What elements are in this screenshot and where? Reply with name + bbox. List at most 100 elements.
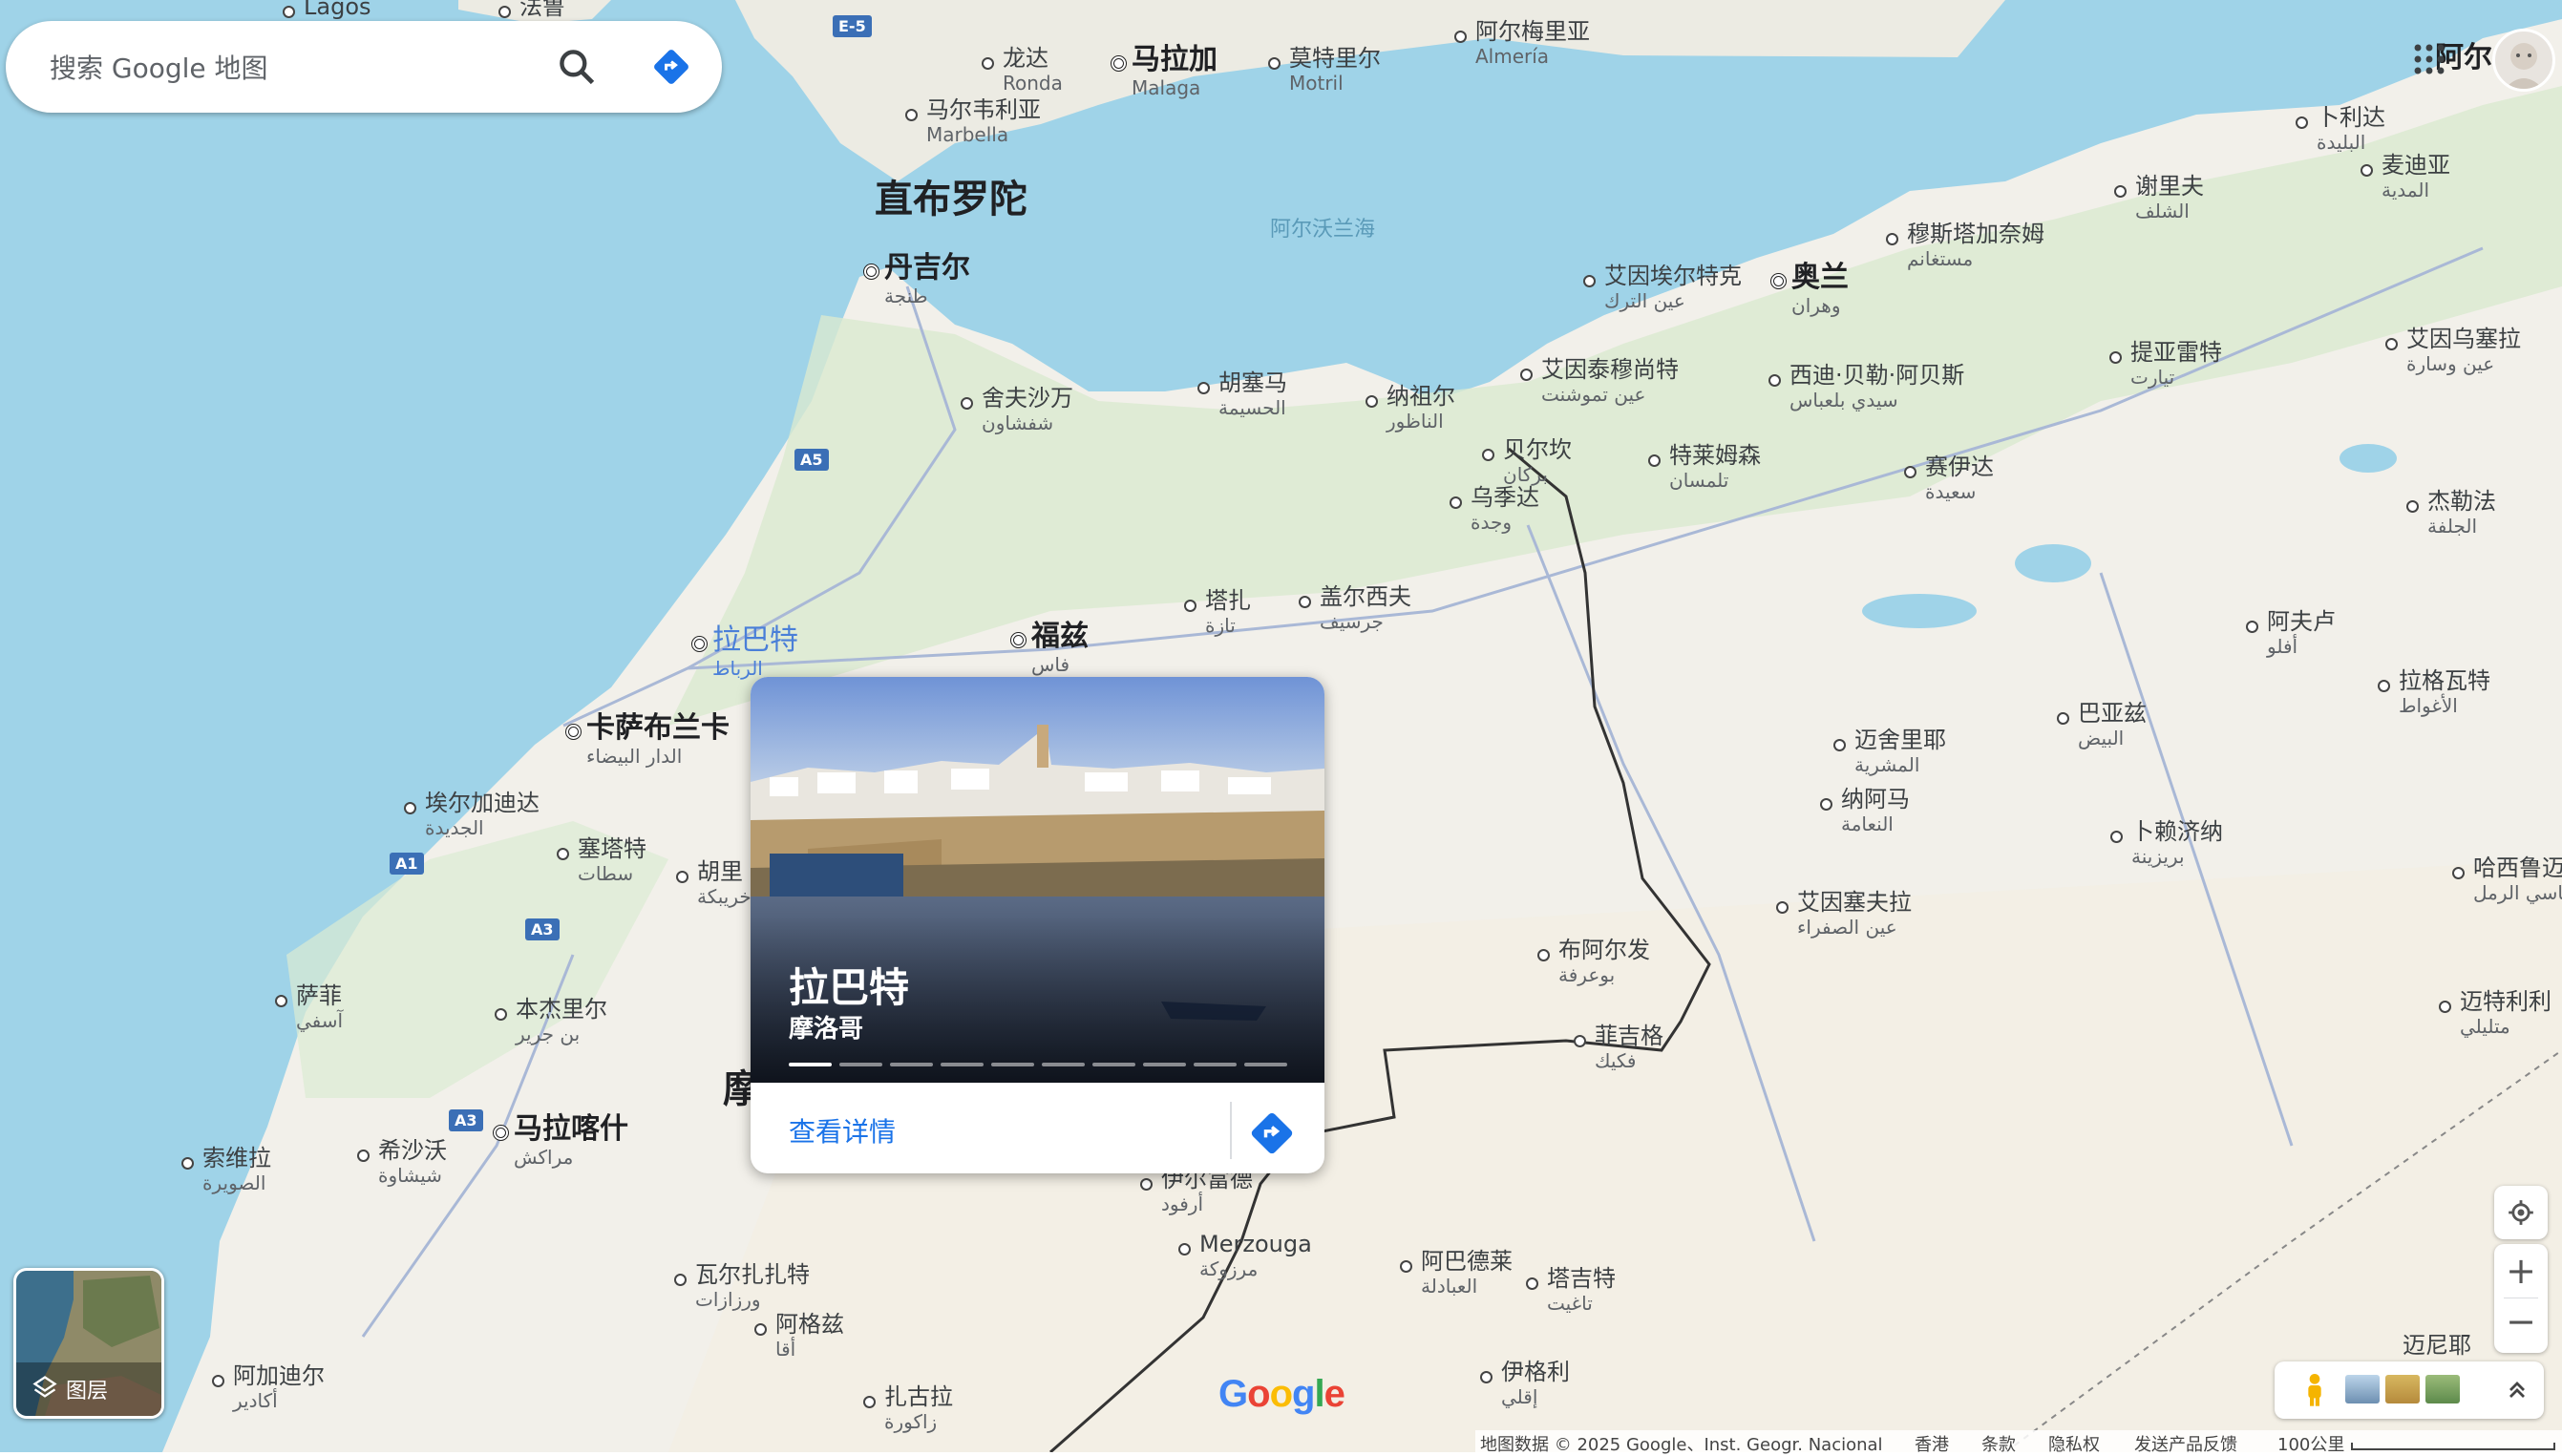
photo-dot[interactable] <box>1092 1063 1135 1066</box>
city-marker[interactable] <box>863 264 879 280</box>
city-marker[interactable] <box>1537 949 1550 961</box>
map-label-laghouat[interactable]: 拉格瓦特 الأغواط <box>2399 667 2490 717</box>
photo-dot[interactable] <box>1042 1063 1085 1066</box>
map-label-alhoceima[interactable]: 胡塞马 الحسيمة <box>1218 369 1287 419</box>
map-label-nador[interactable]: 纳祖尔 الناظور <box>1387 383 1455 433</box>
city-marker[interactable] <box>1010 632 1027 648</box>
city-marker[interactable] <box>1886 233 1898 245</box>
map-label-motril[interactable]: 莫特里尔 Motril <box>1289 45 1381 95</box>
city-marker[interactable] <box>565 724 582 740</box>
city-marker[interactable] <box>1197 382 1210 394</box>
map-label-alboran[interactable]: 阿尔沃兰海 <box>1270 218 1375 242</box>
map-label-tiaret[interactable]: 提亚雷特 تيارت <box>2130 339 2222 389</box>
photo-dot[interactable] <box>941 1063 984 1066</box>
city-marker[interactable] <box>1178 1243 1191 1256</box>
city-marker[interactable] <box>1904 466 1916 478</box>
directions-icon[interactable] <box>650 46 692 88</box>
search-input[interactable]: 搜索 Google 地图 <box>50 48 268 86</box>
map-label-berkane[interactable]: 贝尔坎 بركان <box>1503 436 1572 486</box>
map-label-djelfa[interactable]: 杰勒法 الجلفة <box>2427 488 2496 538</box>
city-marker[interactable] <box>2246 621 2258 633</box>
map-label-tipaza[interactable]: 卜利达 البليدة <box>2317 104 2385 154</box>
map-label-casablanca[interactable]: 卡萨布兰卡 الدار البيضاء <box>586 711 730 768</box>
map-data-attribution[interactable]: 地图数据 © 2025 Google、Inst. Geogr. Nacional <box>1480 1431 1883 1456</box>
map-label-medea[interactable]: 麦迪亚 المدية <box>2382 152 2450 201</box>
city-marker[interactable] <box>1111 55 1127 72</box>
map-label-taza[interactable]: 塔扎 تازة <box>1205 587 1251 637</box>
traffic-thumbnail[interactable] <box>2425 1375 2460 1403</box>
city-marker[interactable] <box>1450 496 1462 509</box>
map-label-merzouga[interactable]: Merzouga مرزوكة <box>1199 1231 1312 1280</box>
pegman-icon[interactable] <box>2296 1371 2334 1409</box>
city-marker[interactable] <box>2361 164 2373 177</box>
city-marker[interactable] <box>1526 1277 1538 1290</box>
city-marker[interactable] <box>357 1150 370 1162</box>
city-marker[interactable] <box>1820 798 1832 811</box>
map-label-malaga[interactable]: 马拉加 Malaga <box>1132 43 1217 99</box>
city-marker[interactable] <box>2110 831 2123 843</box>
layers-button[interactable]: 图层 <box>13 1268 164 1419</box>
map-label-aflou[interactable]: 阿夫卢 أفلو <box>2267 608 2336 658</box>
photo-dot[interactable] <box>1143 1063 1186 1066</box>
map-label-guercif[interactable]: 盖尔西夫 جرسيف <box>1320 583 1411 633</box>
map-label-turk[interactable]: 艾因埃尔特克 عين الترك <box>1604 263 1742 312</box>
city-marker[interactable] <box>754 1323 767 1336</box>
map-label-tangier[interactable]: 丹吉尔 طنجة <box>884 251 970 307</box>
city-marker[interactable] <box>1583 275 1596 287</box>
city-marker[interactable] <box>1833 739 1846 751</box>
terrain-thumbnail[interactable] <box>2345 1375 2380 1403</box>
map-label-faro[interactable]: 法鲁 <box>519 0 565 21</box>
map-label-brezina[interactable]: 卜赖济纳 بريزينة <box>2131 818 2223 868</box>
map-label-oran[interactable]: 奥兰 وهران <box>1791 261 1849 317</box>
city-marker[interactable] <box>181 1157 194 1170</box>
view-details-link[interactable]: 查看详情 <box>789 1111 896 1150</box>
city-marker[interactable] <box>1454 31 1467 43</box>
directions-icon[interactable] <box>1247 1108 1297 1158</box>
city-marker[interactable] <box>212 1375 224 1387</box>
map-label-ronda[interactable]: 龙达 Ronda <box>1003 45 1063 95</box>
map-label-safi[interactable]: 萨菲 آسفي <box>296 982 343 1032</box>
map-label-chichaoua[interactable]: 希沙沃 شيشاوة <box>378 1137 447 1187</box>
scale-label[interactable]: 100公里 <box>2277 1431 2344 1456</box>
city-marker[interactable] <box>863 1396 876 1408</box>
city-marker[interactable] <box>1768 374 1781 387</box>
search-box[interactable]: 搜索 Google 地图 <box>6 21 722 113</box>
map-label-mostaganem[interactable]: 穆斯塔加奈姆 مستغانم <box>1907 221 2044 270</box>
map-label-tlemcen[interactable]: 特莱姆森 تلمسان <box>1669 442 1761 492</box>
city-marker[interactable] <box>283 6 295 18</box>
city-marker[interactable] <box>498 6 511 18</box>
terms-link[interactable]: 条款 <box>1981 1431 2016 1456</box>
city-marker[interactable] <box>1400 1260 1412 1273</box>
map-label-almeria[interactable]: 阿尔梅里亚 Almería <box>1475 18 1590 68</box>
map-label-gibraltar[interactable]: 直布罗陀 <box>875 178 1027 222</box>
map-label-mecheria[interactable]: 迈舍里耶 المشرية <box>1854 727 1946 776</box>
city-marker[interactable] <box>2296 116 2308 129</box>
city-marker[interactable] <box>2406 500 2419 513</box>
photo-dot[interactable] <box>839 1063 882 1066</box>
city-marker[interactable] <box>982 57 994 70</box>
map-label-marrakech[interactable]: 马拉喀什 مراكش <box>514 1112 628 1169</box>
map-label-marbella[interactable]: 马尔韦利亚 Marbella <box>926 96 1041 146</box>
city-marker[interactable] <box>495 1008 507 1021</box>
zoom-in-button[interactable]: + <box>2494 1253 2548 1289</box>
photo-dot[interactable] <box>890 1063 933 1066</box>
place-card[interactable]: 拉巴特 摩洛哥 查看详情 <box>751 677 1324 1173</box>
city-marker[interactable] <box>557 848 569 860</box>
my-location-button[interactable] <box>2494 1186 2548 1239</box>
map-label-bouarfa[interactable]: 布阿尔发 بوعرفة <box>1558 937 1650 986</box>
city-marker[interactable] <box>1184 600 1196 612</box>
satellite-layer-thumbnail[interactable] <box>2385 1375 2420 1403</box>
city-marker[interactable] <box>1648 454 1661 467</box>
map-label-hassirmel[interactable]: 哈西鲁迈勒حاسي الرمل <box>2473 855 2562 904</box>
map-label-erfoud[interactable]: 伊尔富德 أرفود <box>1161 1166 1253 1215</box>
map-label-temouchent[interactable]: 艾因泰穆尚特 عين تموشنت <box>1541 356 1679 406</box>
city-marker[interactable] <box>2385 338 2398 350</box>
city-marker[interactable] <box>1140 1178 1153 1191</box>
city-marker[interactable] <box>493 1125 509 1141</box>
map-label-sefra[interactable]: 艾因塞夫拉 عين الصفراء <box>1797 889 1912 939</box>
city-marker[interactable] <box>404 802 416 814</box>
map-label-figuig[interactable]: 菲吉格 فكيك <box>1595 1023 1663 1072</box>
privacy-link[interactable]: 隐私权 <box>2048 1431 2100 1456</box>
map-label-eljadida[interactable]: 埃尔加迪达 الجديدة <box>425 790 540 839</box>
photo-dot[interactable] <box>789 1063 832 1066</box>
